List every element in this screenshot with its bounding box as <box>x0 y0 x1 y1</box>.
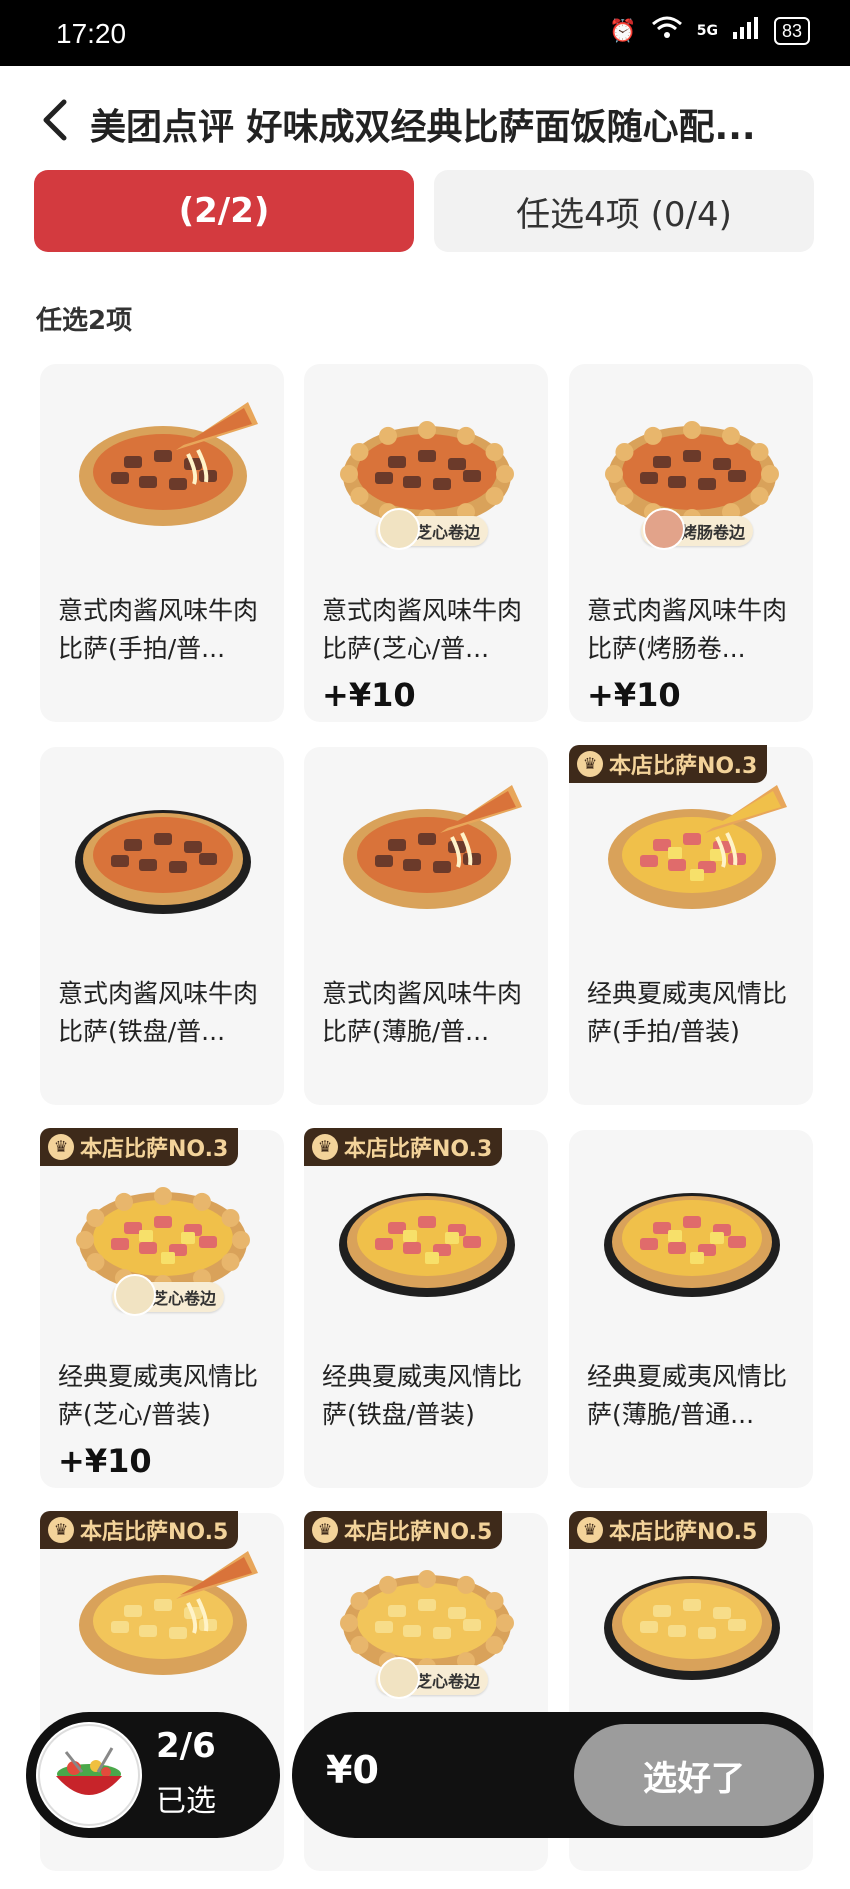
badge-label: 本店比萨NO.3 <box>344 1137 493 1162</box>
crust-thumbnail-icon <box>643 508 685 550</box>
crown-icon: ♛ <box>577 1517 603 1543</box>
signal-icon <box>732 16 760 46</box>
badge-label: 本店比萨NO.3 <box>609 754 758 779</box>
ranking-badge: ♛ 本店比萨NO.3 <box>304 1128 503 1166</box>
product-card[interactable]: 意式肉酱风味牛肉比萨(薄脆/普... <box>304 747 548 1105</box>
product-card[interactable]: 烤肠卷边意式肉酱风味牛肉比萨(烤肠卷... +¥10 <box>569 364 813 722</box>
crust-tag: 芝心卷边 <box>376 1657 489 1699</box>
done-button[interactable]: 选好了 <box>574 1724 814 1826</box>
battery-indicator: 83 <box>773 17 810 45</box>
ranking-badge: ♛ 本店比萨NO.5 <box>569 1511 768 1549</box>
product-name: 经典夏威夷风情比萨(芝心/普装) <box>58 1362 259 1429</box>
product-name: 经典夏威夷风情比萨(手拍/普装) <box>587 979 788 1046</box>
salad-bowl-icon <box>36 1722 142 1828</box>
wifi-icon <box>651 16 683 46</box>
section-title: 任选2项 <box>36 306 133 336</box>
pizza-image <box>322 1150 532 1320</box>
product-card[interactable]: 经典夏威夷风情比萨(薄脆/普通... <box>569 1130 813 1488</box>
total-price: ¥0 <box>326 1748 379 1792</box>
product-name: 意式肉酱风味牛肉比萨(铁盘/普... <box>58 979 259 1046</box>
pizza-image <box>58 767 268 937</box>
crust-tag-label: 芝心卷边 <box>416 523 481 542</box>
crust-tag: 芝心卷边 <box>112 1274 225 1316</box>
tab-step-1[interactable]: (2/2) <box>34 170 414 252</box>
status-bar: 17:20 ⏰ 5G 83 <box>0 0 850 66</box>
pizza-image <box>322 767 532 937</box>
crust-thumbnail-icon <box>114 1274 156 1316</box>
product-list: 任选2项 意式肉酱风味牛肉比萨(手拍/普... 芝心卷边 意式肉酱风味牛肉比萨(芝心… <box>0 264 850 1889</box>
chevron-left-icon <box>43 99 67 141</box>
crust-tag-label: 烤肠卷边 <box>681 523 746 542</box>
checkout-bar: ¥0 选好了 <box>292 1712 824 1838</box>
product-card[interactable]: 意式肉酱风味牛肉比萨(铁盘/普... <box>40 747 284 1105</box>
badge-label: 本店比萨NO.5 <box>80 1520 229 1545</box>
ranking-badge: ♛ 本店比萨NO.5 <box>40 1511 239 1549</box>
header-bar: 美团点评 好味成双经典比萨面饭随心配... <box>0 66 850 178</box>
crust-tag: 烤肠卷边 <box>641 508 754 550</box>
status-time: 17:20 <box>56 18 127 49</box>
ranking-badge: ♛ 本店比萨NO.3 <box>569 745 768 783</box>
product-price: +¥10 <box>322 676 416 714</box>
product-name: 意式肉酱风味牛肉比萨(烤肠卷... <box>587 596 788 663</box>
crust-thumbnail-icon <box>378 1657 420 1699</box>
product-name: 意式肉酱风味牛肉比萨(手拍/普... <box>58 596 259 663</box>
pizza-image <box>587 1150 797 1320</box>
tab-step-2[interactable]: 任选4项 (0/4) <box>434 170 814 252</box>
page-title: 美团点评 好味成双经典比萨面饭随心配... <box>90 107 756 148</box>
product-name: 意式肉酱风味牛肉比萨(薄脆/普... <box>322 979 523 1046</box>
crown-icon: ♛ <box>48 1134 74 1160</box>
badge-label: 本店比萨NO.5 <box>609 1520 758 1545</box>
crust-thumbnail-icon <box>378 508 420 550</box>
ranking-badge: ♛ 本店比萨NO.5 <box>304 1511 503 1549</box>
badge-label: 本店比萨NO.5 <box>344 1520 493 1545</box>
product-card[interactable]: ♛ 本店比萨NO.3 芝心卷边经典夏威夷风情比萨(芝心/普装) +¥10 <box>40 1128 284 1488</box>
product-card[interactable]: ♛ 本店比萨NO.3 经典夏威夷风情比萨(手拍/普装) <box>569 745 813 1105</box>
product-card[interactable]: 芝心卷边意式肉酱风味牛肉比萨(芝心/普... +¥10 <box>304 364 548 722</box>
step-tabs: (2/2) 任选4项 (0/4) <box>0 164 850 264</box>
product-name: 经典夏威夷风情比萨(薄脆/普通... <box>587 1362 788 1429</box>
product-price: +¥10 <box>587 676 681 714</box>
badge-label: 本店比萨NO.3 <box>80 1137 229 1162</box>
product-name: 经典夏威夷风情比萨(铁盘/普装) <box>322 1362 523 1429</box>
network-type: 5G <box>696 23 718 39</box>
alarm-icon: ⏰ <box>609 18 637 44</box>
crown-icon: ♛ <box>312 1517 338 1543</box>
product-card[interactable]: ♛ 本店比萨NO.3 经典夏威夷风情比萨(铁盘/普装) <box>304 1128 548 1488</box>
cart-count: 2/6 <box>156 1726 216 1766</box>
back-button[interactable] <box>26 90 86 150</box>
status-icons: ⏰ 5G 83 <box>609 16 810 46</box>
product-price: +¥10 <box>58 1442 152 1480</box>
pizza-image <box>58 1533 268 1703</box>
pizza-image <box>587 767 797 937</box>
bottom-bar: 2/6 已选 ¥0 选好了 <box>0 1704 850 1889</box>
pizza-image <box>587 1533 797 1703</box>
crown-icon: ♛ <box>312 1134 338 1160</box>
crust-tag-label: 芝心卷边 <box>152 1289 217 1308</box>
product-name: 意式肉酱风味牛肉比萨(芝心/普... <box>322 596 523 663</box>
crust-tag-label: 芝心卷边 <box>416 1672 481 1691</box>
ranking-badge: ♛ 本店比萨NO.3 <box>40 1128 239 1166</box>
crown-icon: ♛ <box>48 1517 74 1543</box>
product-card[interactable]: 意式肉酱风味牛肉比萨(手拍/普... <box>40 364 284 722</box>
cart-selected-label: 已选 <box>156 1784 216 1819</box>
crust-tag: 芝心卷边 <box>376 508 489 550</box>
cart-button[interactable]: 2/6 已选 <box>26 1712 280 1838</box>
pizza-image <box>58 384 268 554</box>
crown-icon: ♛ <box>577 751 603 777</box>
